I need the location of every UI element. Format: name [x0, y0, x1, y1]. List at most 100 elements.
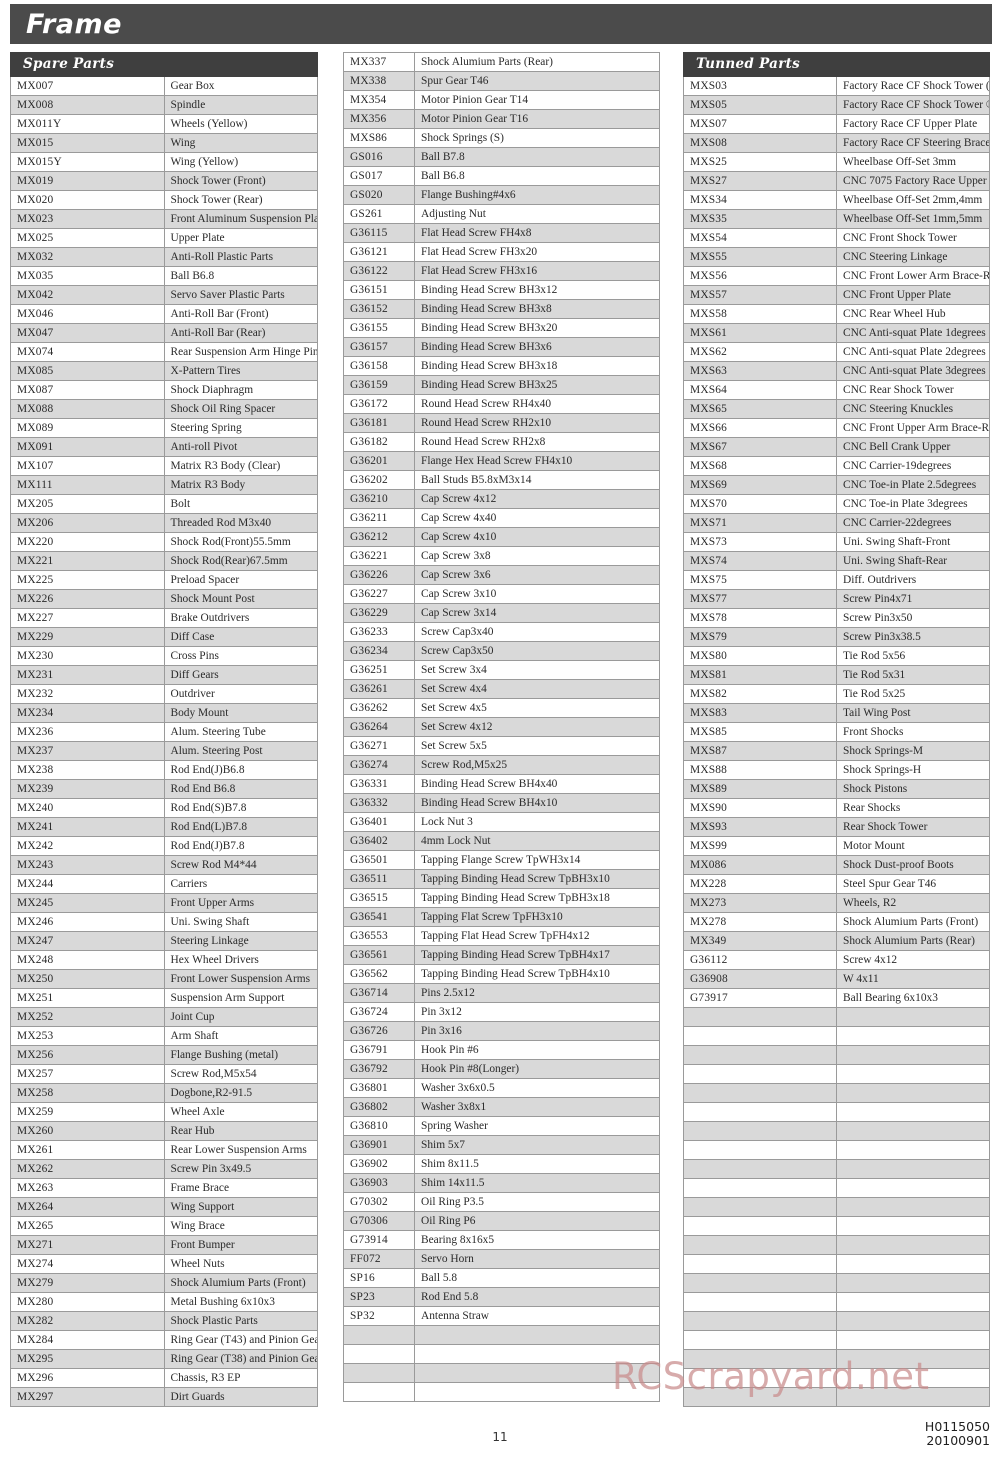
- part-code-cell: MXS71: [683, 513, 837, 533]
- table-row: G36155 Binding Head Screw BH3x20: [343, 318, 660, 338]
- part-code-cell: MX338: [343, 71, 415, 91]
- part-code-cell: SP23: [343, 1287, 415, 1307]
- table-row: G36511 Tapping Binding Head Screw TpBH3x1…: [343, 869, 660, 889]
- part-code-cell: MX220: [10, 532, 165, 552]
- part-name-cell: Anti-Roll Plastic Parts: [163, 247, 318, 267]
- table-row: MXS67 CNC Bell Crank Upper: [683, 437, 990, 457]
- part-code-cell: G36402: [343, 831, 415, 851]
- table-row: MXS85 Front Shocks: [683, 722, 990, 742]
- table-row: G36211 Cap Screw 4x40: [343, 508, 660, 528]
- table-row: MX241 Rod End(L)B7.8: [10, 817, 318, 837]
- part-code-cell: G36181: [343, 413, 415, 433]
- table-row: MX232 Outdriver: [10, 684, 318, 704]
- part-code-cell: G36210: [343, 489, 415, 509]
- part-name-cell: Binding Head Screw BH3x12: [414, 280, 660, 300]
- part-name-cell: Pins 2.5x12: [414, 983, 660, 1003]
- part-name-cell: Bearing 8x16x5: [414, 1230, 660, 1250]
- table-row: G36561 Tapping Binding Head Screw TpBH4x1…: [343, 945, 660, 965]
- part-code-cell: G36159: [343, 375, 415, 395]
- part-name-cell: Rod End(S)B7.8: [163, 798, 318, 818]
- table-row: MX111 Matrix R3 Body: [10, 475, 318, 495]
- part-code-cell: MXS05: [683, 95, 837, 115]
- part-code-cell: MX261: [10, 1140, 165, 1160]
- part-name-cell: Cap Screw 4x40: [414, 508, 660, 528]
- part-code-cell: G36226: [343, 565, 415, 585]
- page-title: Frame: [26, 8, 122, 40]
- table-row: G36202 Ball Studs B5.8xM3x14: [343, 470, 660, 490]
- part-name-cell: [836, 1083, 990, 1103]
- part-code-cell: MX227: [10, 608, 165, 628]
- part-name-cell: Outdriver: [163, 684, 318, 704]
- part-name-cell: Spring Washer: [414, 1116, 660, 1136]
- table-row: MX282 Shock Plastic Parts: [10, 1311, 318, 1331]
- part-name-cell: Shim 5x7: [414, 1135, 660, 1155]
- part-name-cell: Upper Plate: [163, 228, 318, 248]
- part-name-cell: Set Screw 4x5: [414, 698, 660, 718]
- table-row: GS020 Flange Bushing#4x6: [343, 185, 660, 205]
- table-row: [683, 1197, 990, 1217]
- table-row: MX220 Shock Rod(Front)55.5mm: [10, 532, 318, 552]
- part-code-cell: MX234: [10, 703, 165, 723]
- table-row: G36903 Shim 14x11.5: [343, 1173, 660, 1193]
- table-row: [683, 1083, 990, 1103]
- part-name-cell: Spur Gear T46: [414, 71, 660, 91]
- part-code-cell: G36115: [343, 223, 415, 243]
- part-code-cell: MX015Y: [10, 152, 165, 172]
- part-code-cell: MX229: [10, 627, 165, 647]
- part-name-cell: Hex Wheel Drivers: [163, 950, 318, 970]
- part-name-cell: [836, 1254, 990, 1274]
- table-row: MX274 Wheel Nuts: [10, 1254, 318, 1274]
- part-code-cell: MX023: [10, 209, 165, 229]
- part-name-cell: Alum. Steering Post: [163, 741, 318, 761]
- part-name-cell: Tapping Binding Head Screw TpBH4x17: [414, 945, 660, 965]
- part-code-cell: MX019: [10, 171, 165, 191]
- part-name-cell: Rod End(J)B6.8: [163, 760, 318, 780]
- part-name-cell: Screw Pin3x38.5: [836, 627, 990, 647]
- part-code-cell: MXS55: [683, 247, 837, 267]
- part-code-cell: MXS74: [683, 551, 837, 571]
- part-name-cell: Servo Horn: [414, 1249, 660, 1269]
- part-code-cell: G36157: [343, 337, 415, 357]
- part-name-cell: Brake Outdrivers: [163, 608, 318, 628]
- part-name-cell: [414, 1344, 660, 1364]
- parts-column-continued: MX337 Shock Alumium Parts (Rear) MX338 Spur…: [343, 52, 660, 1402]
- part-code-cell: [683, 1140, 837, 1160]
- part-name-cell: Shock Rod(Front)55.5mm: [163, 532, 318, 552]
- part-name-cell: Round Head Screw RH4x40: [414, 394, 660, 414]
- part-code-cell: [683, 1330, 837, 1350]
- part-name-cell: Cap Screw 3x8: [414, 546, 660, 566]
- part-code-cell: MX239: [10, 779, 165, 799]
- part-name-cell: Screw Rod M4*44: [163, 855, 318, 875]
- part-name-cell: Tapping Flat Screw TpFH3x10: [414, 907, 660, 927]
- part-name-cell: CNC Steering Linkage: [836, 247, 990, 267]
- table-row: MX260 Rear Hub: [10, 1121, 318, 1141]
- part-code-cell: G36908: [683, 969, 837, 989]
- part-name-cell: Screw Pin4x71: [836, 589, 990, 609]
- part-code-cell: MXS70: [683, 494, 837, 514]
- table-row: MXS82 Tie Rod 5x25: [683, 684, 990, 704]
- table-row: G36791 Hook Pin #6: [343, 1040, 660, 1060]
- part-code-cell: MX250: [10, 969, 165, 989]
- part-name-cell: CNC Anti-squat Plate 2degrees: [836, 342, 990, 362]
- part-code-cell: MX258: [10, 1083, 165, 1103]
- table-row: MX025 Upper Plate: [10, 228, 318, 248]
- table-row: MXS71 CNC Carrier-22degrees: [683, 513, 990, 533]
- part-name-cell: Shock Pistons: [836, 779, 990, 799]
- table-row: MX227 Brake Outdrivers: [10, 608, 318, 628]
- part-code-cell: MX226: [10, 589, 165, 609]
- part-code-cell: MX257: [10, 1064, 165, 1084]
- table-row: MX046 Anti-Roll Bar (Front): [10, 304, 318, 324]
- part-name-cell: CNC Carrier-19degrees: [836, 456, 990, 476]
- part-code-cell: MX230: [10, 646, 165, 666]
- part-code-cell: MX206: [10, 513, 165, 533]
- table-row: MX091 Anti-roll Pivot: [10, 437, 318, 457]
- part-code-cell: G36152: [343, 299, 415, 319]
- part-name-cell: Wheels, R2: [836, 893, 990, 913]
- table-row: G36182 Round Head Screw RH2x8: [343, 432, 660, 452]
- table-row: MX251 Suspension Arm Support: [10, 988, 318, 1008]
- document-date: 20100901: [926, 1433, 990, 1448]
- part-code-cell: MX271: [10, 1235, 165, 1255]
- part-name-cell: Gear Box: [163, 76, 318, 96]
- table-row: G36792 Hook Pin #8(Longer): [343, 1059, 660, 1079]
- table-row: MX354 Motor Pinion Gear T14: [343, 90, 660, 110]
